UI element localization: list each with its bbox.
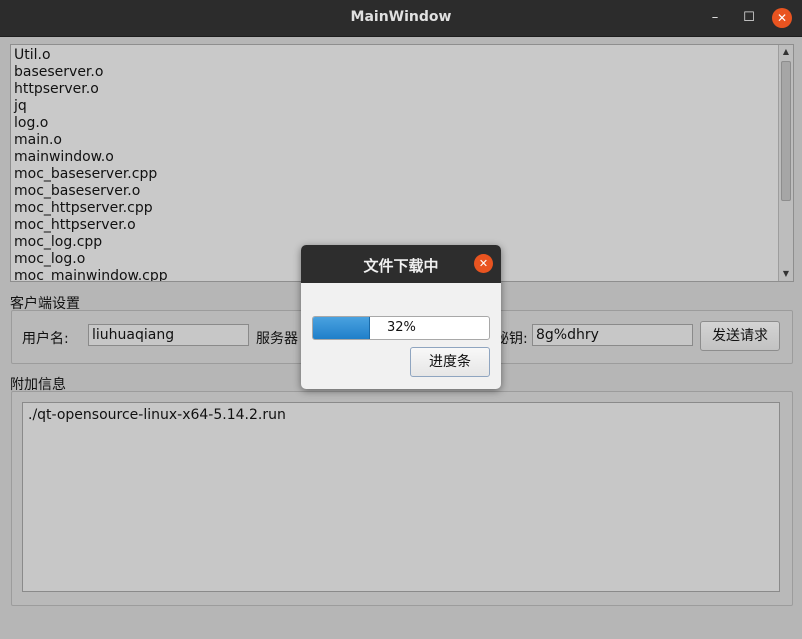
download-dialog: 文件下载中 ✕ 32% 进度条 (301, 245, 501, 389)
username-field[interactable]: liuhuaqiang (88, 324, 249, 346)
list-item[interactable]: mainwindow.o (14, 149, 774, 166)
scroll-down-icon[interactable]: ▼ (779, 267, 793, 281)
list-item[interactable]: moc_httpserver.cpp (14, 200, 774, 217)
progress-text: 32% (387, 320, 416, 335)
main-window: MainWindow – ☐ ✕ Util.o baseserver.o https… (0, 0, 802, 639)
list-item[interactable]: moc_httpserver.o (14, 217, 774, 234)
window-title: MainWindow (350, 9, 452, 25)
list-item[interactable]: Util.o (14, 47, 774, 64)
close-icon[interactable]: ✕ (772, 8, 792, 28)
dialog-close-icon[interactable]: ✕ (474, 254, 493, 273)
list-item[interactable]: moc_baseserver.o (14, 183, 774, 200)
send-request-button[interactable]: 发送请求 (700, 321, 780, 351)
progress-fill (313, 317, 371, 339)
list-item[interactable]: jq (14, 98, 774, 115)
scroll-up-icon[interactable]: ▲ (779, 45, 793, 59)
list-item[interactable]: baseserver.o (14, 64, 774, 81)
maximize-icon[interactable]: ☐ (739, 8, 759, 28)
download-progress-bar: 32% (312, 316, 490, 340)
extra-info-text[interactable]: ./qt-opensource-linux-x64-5.14.2.run (22, 402, 780, 592)
title-bar: MainWindow – ☐ ✕ (0, 0, 802, 37)
minimize-icon[interactable]: – (705, 8, 725, 28)
list-item[interactable]: httpserver.o (14, 81, 774, 98)
progress-button[interactable]: 进度条 (410, 347, 490, 377)
list-item[interactable]: main.o (14, 132, 774, 149)
list-item[interactable]: moc_baseserver.cpp (14, 166, 774, 183)
username-label: 用户名: (22, 331, 69, 347)
dialog-title-bar: 文件下载中 ✕ (301, 245, 501, 283)
list-item[interactable]: log.o (14, 115, 774, 132)
dialog-title: 文件下载中 (363, 257, 439, 275)
scrollbar-thumb[interactable] (781, 61, 791, 201)
server-label: 服务器 (256, 331, 298, 347)
key-field[interactable]: 8g%dhry (532, 324, 693, 346)
file-list-scrollbar[interactable]: ▲ ▼ (778, 45, 793, 281)
